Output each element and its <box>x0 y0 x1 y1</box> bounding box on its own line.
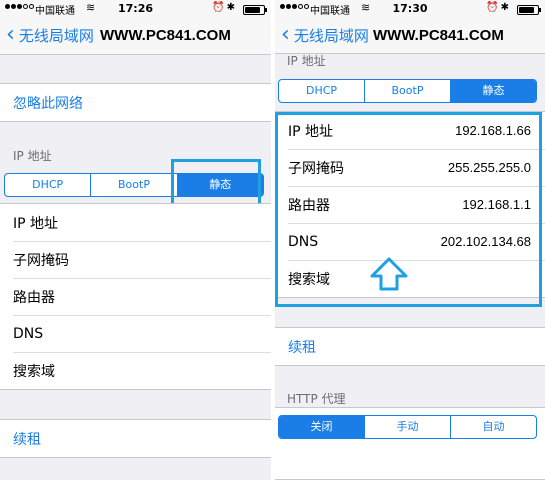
renew-lease-label: 续租 <box>288 339 316 356</box>
field-router[interactable]: 路由器 <box>0 278 271 315</box>
field-label: 搜索域 <box>13 363 55 380</box>
field-label: 子网掩码 <box>13 252 69 269</box>
field-dns[interactable]: DNS <box>0 315 271 352</box>
left-phone-screen: 中国联通 ≋ 17:26 ⏰✱ ‹ 无线局域网 WWW.PC841.COM 忽略… <box>0 0 271 480</box>
field-label: DNS <box>13 325 44 342</box>
segment-dhcp[interactable]: DHCP <box>279 80 364 102</box>
http-proxy-group: 关闭 手动 自动 <box>275 407 545 480</box>
page-title: WWW.PC841.COM <box>100 27 231 44</box>
right-phone-screen: IP 地址 中国联通 ≋ 17:30 ⏰✱ ‹ 无线局域网 WWW.PC841.… <box>275 0 545 480</box>
battery-icon <box>243 5 267 15</box>
field-search-domain[interactable]: 搜索域 <box>0 352 271 389</box>
segment-dhcp[interactable]: DHCP <box>5 174 90 196</box>
segment-proxy-off[interactable]: 关闭 <box>279 416 364 438</box>
up-arrow-icon <box>370 257 408 291</box>
http-proxy-section-label: HTTP 代理 <box>287 392 346 406</box>
back-label: 无线局域网 <box>18 26 94 45</box>
alarm-bluetooth-icon: ⏰✱ <box>486 2 511 13</box>
chevron-left-icon: ‹ <box>6 22 15 47</box>
segment-static[interactable]: 静态 <box>450 80 536 102</box>
back-button[interactable]: ‹ 无线局域网 <box>281 24 369 46</box>
ip-mode-segmented-control: DHCP BootP 静态 <box>278 79 537 103</box>
battery-icon <box>517 5 541 15</box>
navigation-bar: ‹ 无线局域网 WWW.PC841.COM <box>275 18 545 54</box>
forget-network-group: 忽略此网络 <box>0 83 271 122</box>
ip-section-label: IP 地址 <box>13 149 52 163</box>
segment-proxy-manual[interactable]: 手动 <box>364 416 450 438</box>
chevron-left-icon: ‹ <box>281 22 290 47</box>
alarm-bluetooth-icon: ⏰✱ <box>212 2 237 13</box>
ip-fields-group: IP 地址 子网掩码 路由器 DNS 搜索域 <box>0 203 271 390</box>
field-label: 路由器 <box>13 289 55 306</box>
renew-lease-button[interactable]: 续租 <box>275 328 545 365</box>
status-bar: 中国联通 ≋ 17:30 ⏰✱ <box>275 0 545 18</box>
back-button[interactable]: ‹ 无线局域网 <box>6 24 94 46</box>
ip-section-label: IP 地址 <box>287 54 326 68</box>
forget-network-button[interactable]: 忽略此网络 <box>0 84 271 121</box>
status-bar: 中国联通 ≋ 17:26 ⏰✱ <box>0 0 271 18</box>
renew-lease-group: 续租 <box>275 327 545 366</box>
field-subnet-mask[interactable]: 子网掩码 <box>0 241 271 278</box>
renew-lease-label: 续租 <box>13 431 41 448</box>
segment-bootp[interactable]: BootP <box>90 174 176 196</box>
renew-lease-button[interactable]: 续租 <box>0 420 271 457</box>
forget-network-label: 忽略此网络 <box>13 95 83 112</box>
field-label: IP 地址 <box>13 215 59 232</box>
page-title: WWW.PC841.COM <box>373 27 504 44</box>
proxy-mode-segmented-control: 关闭 手动 自动 <box>278 415 537 439</box>
field-ip-address[interactable]: IP 地址 <box>0 204 271 241</box>
renew-lease-group: 续租 <box>0 419 271 458</box>
segment-bootp[interactable]: BootP <box>364 80 450 102</box>
navigation-bar: ‹ 无线局域网 WWW.PC841.COM <box>0 18 271 55</box>
segment-proxy-auto[interactable]: 自动 <box>450 416 536 438</box>
back-label: 无线局域网 <box>293 26 369 45</box>
